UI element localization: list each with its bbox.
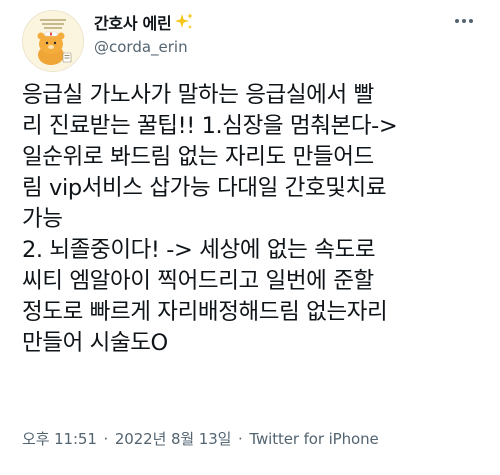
tweet-text-line: 일순위로 봐드림 없는 자리도 만들어드 bbox=[22, 144, 374, 170]
tweet-text-line: 림 vip서비스 삽가능 다대일 간호및치료 bbox=[22, 175, 387, 201]
tweet-card: 간호사 에린 @corda_erin 응급실 가노사가 말하는 응급실에서 빨 … bbox=[0, 0, 500, 475]
meta-separator: · bbox=[103, 430, 109, 448]
display-name[interactable]: 간호사 에린 bbox=[94, 10, 172, 34]
tweet-meta: 오후 11:51 · 2022년 8월 13일 · Twitter for iP… bbox=[22, 428, 379, 449]
tweet-text-line: 씨티 엠알아이 찍어드리고 일번에 준할 bbox=[22, 268, 374, 294]
tweet-text-line: 리 진료받는 꿀팁!! 1.심장을 멈춰본다-> bbox=[22, 113, 398, 139]
tweet-time[interactable]: 오후 11:51 bbox=[22, 430, 97, 448]
tweet-text-line: 2. 뇌졸중이다! -> 세상에 없는 속도로 bbox=[22, 237, 376, 263]
avatar[interactable] bbox=[22, 10, 84, 72]
display-name-row: 간호사 에린 bbox=[94, 10, 195, 34]
tweet-text-line: 만들어 시술도O bbox=[22, 330, 168, 356]
tweet-header: 간호사 에린 @corda_erin bbox=[22, 8, 478, 72]
tweet-text: 응급실 가노사가 말하는 응급실에서 빨 리 진료받는 꿀팁!! 1.심장을 멈… bbox=[22, 80, 490, 359]
more-options-icon bbox=[455, 19, 473, 23]
tweet-text-line: 정도로 빠르게 자리배정해드림 없는자리 bbox=[22, 299, 388, 325]
tweet-text-line: 응급실 가노사가 말하는 응급실에서 빨 bbox=[22, 82, 374, 108]
meta-separator: · bbox=[238, 430, 243, 448]
avatar-character-icon bbox=[23, 11, 83, 71]
more-options-button[interactable] bbox=[450, 10, 478, 32]
tweet-date[interactable]: 2022년 8월 13일 bbox=[115, 430, 232, 448]
sparkles-icon bbox=[173, 11, 195, 33]
user-handle[interactable]: @corda_erin bbox=[94, 38, 188, 56]
tweet-text-line: 가능 bbox=[22, 206, 63, 232]
tweet-source[interactable]: Twitter for iPhone bbox=[249, 430, 378, 448]
